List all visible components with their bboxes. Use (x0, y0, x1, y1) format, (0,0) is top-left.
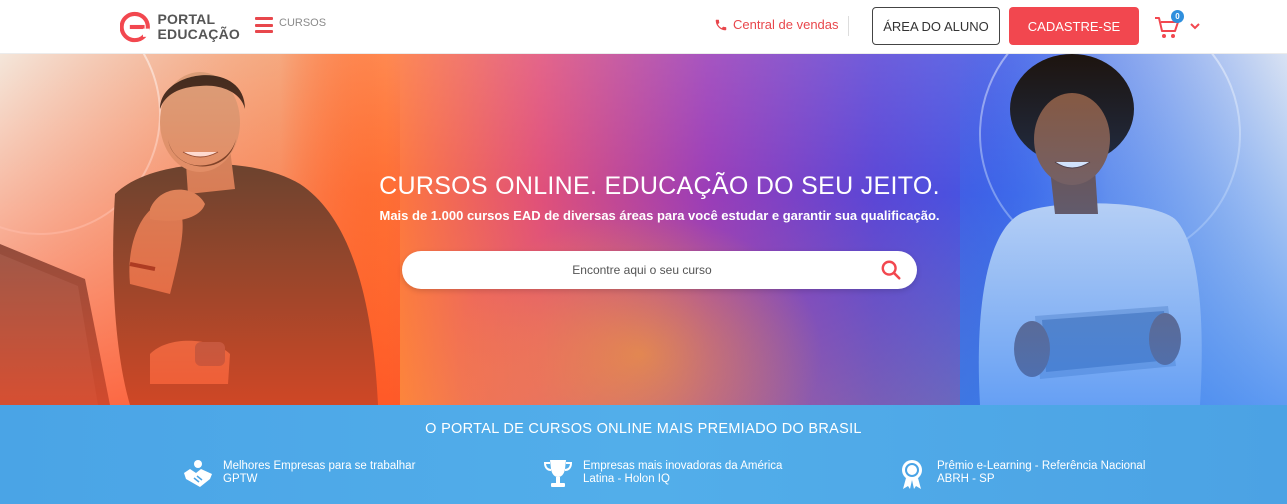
award-line-1: Empresas mais inovadoras da América (583, 460, 783, 472)
awards-title: O PORTAL DE CURSOS ONLINE MAIS PREMIADO … (425, 421, 862, 437)
sales-center-link[interactable]: Central de vendas (714, 17, 839, 32)
award-text-holoniq: Empresas mais inovadoras da América Lati… (583, 460, 782, 485)
hero-photo-man (0, 54, 400, 405)
award-item-gptw: Melhores Empresas para se trabalhar GPTW (181, 457, 415, 491)
student-area-button[interactable]: ÁREA DO ALUNO (872, 7, 1000, 45)
sales-center-label: Central de vendas (733, 17, 839, 32)
hero-banner: CURSOS ONLINE. EDUCAÇÃO DO SEU JEITO. Ma… (0, 54, 1287, 405)
search-icon[interactable] (880, 259, 902, 281)
chevron-down-icon[interactable] (1190, 22, 1200, 30)
medal-icon (902, 460, 922, 489)
award-line-2: ABRH - SP (937, 472, 995, 485)
handshake-icon (184, 460, 212, 487)
courses-menu-button[interactable]: CURSOS (255, 16, 326, 34)
cart-button[interactable]: 0 (1154, 10, 1202, 41)
hero-photo-woman (960, 54, 1287, 405)
award-item-abrh: Prêmio e-Learning - Referência Nacional … (895, 457, 1145, 491)
hamburger-icon (255, 16, 273, 34)
portal-educacao-logo[interactable]: PORTAL EDUCAÇÃO (120, 8, 240, 46)
award-text-abrh: Prêmio e-Learning - Referência Nacional … (937, 460, 1145, 485)
logo-text: PORTAL EDUCAÇÃO (158, 12, 241, 42)
award-text-gptw: Melhores Empresas para se trabalhar GPTW (223, 460, 415, 485)
award-line-1: Melhores Empresas para se trabalhar (223, 460, 416, 472)
course-search-bar (402, 251, 917, 289)
signup-button[interactable]: CADASTRE-SE (1009, 7, 1139, 45)
award-item-holoniq: Empresas mais inovadoras da América Lati… (541, 457, 782, 491)
cart-count-badge: 0 (1171, 10, 1184, 23)
course-search-input[interactable] (422, 251, 862, 289)
courses-menu-label: CURSOS (279, 17, 327, 29)
trophy-icon (543, 460, 573, 487)
award-line-2: Latina - Holon IQ (583, 472, 670, 485)
hero-title: CURSOS ONLINE. EDUCAÇÃO DO SEU JEITO. (379, 172, 940, 200)
phone-icon (715, 19, 727, 30)
logo-line-1: PORTAL (157, 11, 216, 27)
logo-line-2: EDUCAÇÃO (157, 26, 240, 42)
hero-subtitle: Mais de 1.000 cursos EAD de diversas áre… (379, 208, 940, 223)
logo-mark-icon (120, 11, 150, 43)
site-header: PORTAL EDUCAÇÃO CURSOS Central de vendas… (0, 0, 1287, 54)
award-line-2: GPTW (223, 472, 258, 485)
award-line-1: Prêmio e-Learning - Referência Nacional (937, 460, 1146, 472)
header-divider (848, 16, 849, 36)
awards-section: O PORTAL DE CURSOS ONLINE MAIS PREMIADO … (0, 405, 1287, 504)
